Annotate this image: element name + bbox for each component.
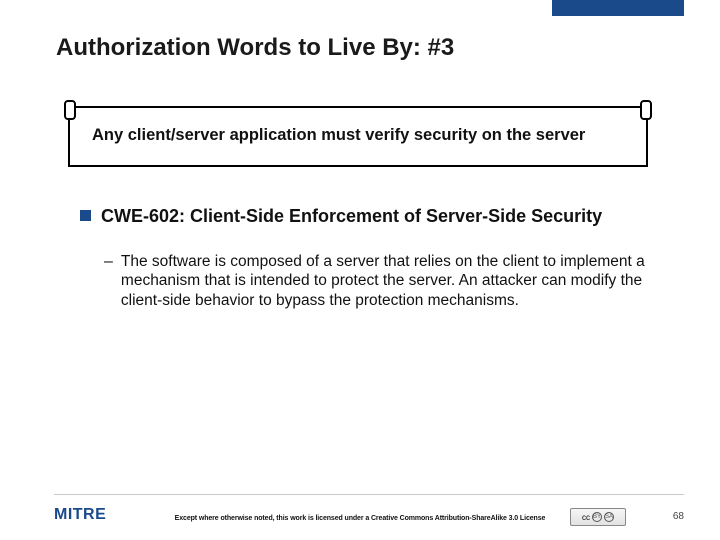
- slide: Authorization Words to Live By: #3 Any c…: [0, 0, 720, 540]
- cc-label: cc: [582, 513, 590, 522]
- sub-bullet-text: The software is composed of a server tha…: [121, 252, 655, 311]
- scroll-left-cap-icon: [64, 100, 76, 120]
- dash-bullet-icon: –: [104, 252, 113, 311]
- accent-bar: [552, 0, 684, 16]
- square-bullet-icon: [80, 210, 91, 221]
- sub-bullet-row: – The software is composed of a server t…: [104, 252, 655, 311]
- cc-badge-icon: cc BY SA: [570, 508, 626, 526]
- bullet-heading: CWE-602: Client-Side Enforcement of Serv…: [101, 205, 602, 228]
- scroll-callout: Any client/server application must verif…: [68, 106, 648, 167]
- scroll-right-cap-icon: [640, 100, 652, 120]
- footer-rule: [54, 494, 684, 495]
- bullet-block: CWE-602: Client-Side Enforcement of Serv…: [80, 205, 655, 311]
- scroll-text: Any client/server application must verif…: [68, 106, 648, 167]
- slide-title: Authorization Words to Live By: #3: [56, 34, 454, 62]
- bullet-row: CWE-602: Client-Side Enforcement of Serv…: [80, 205, 655, 228]
- page-number: 68: [673, 511, 684, 522]
- cc-sa-icon: SA: [604, 512, 614, 522]
- cc-by-icon: BY: [592, 512, 602, 522]
